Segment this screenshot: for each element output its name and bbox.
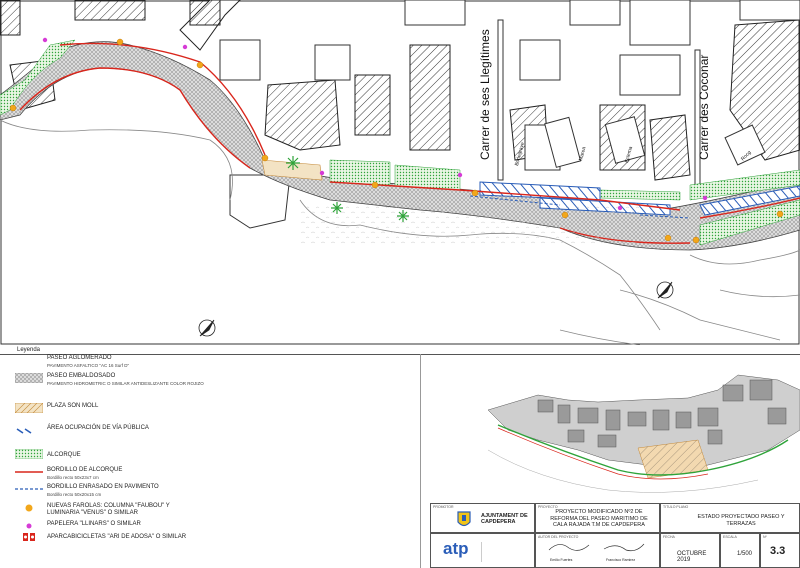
atp-logo: atp bbox=[443, 539, 469, 558]
legend-item: BORDILLO ENRASADO EN PAVIMENTO Bordillo r… bbox=[15, 484, 159, 498]
fecha-value: OCTUBRE 2019 bbox=[677, 551, 707, 563]
logo-cell: atp bbox=[430, 533, 535, 568]
lamp-icon bbox=[25, 504, 33, 512]
bike-rack-icon bbox=[23, 533, 35, 541]
legend-divider bbox=[420, 354, 421, 568]
atp-address bbox=[481, 542, 532, 562]
escala-cell: ESCALA 1/500 bbox=[720, 533, 760, 568]
coat-of-arms-icon bbox=[457, 511, 471, 527]
green-dots-swatch-icon bbox=[15, 449, 43, 459]
blue-dashed-line-swatch-icon bbox=[15, 488, 43, 490]
street-label-coconar: Carrer des Coconar bbox=[697, 54, 711, 160]
site-plan: Carrer de ses Llegítimes Carrer des Coco… bbox=[0, 0, 800, 346]
autor-cell: AUTOR DEL PROYECTO Emilio Fuertes Franci… bbox=[535, 533, 660, 568]
promotor-cell: PROMOTOR AJUNTAMENT DE CAPDEPERA bbox=[430, 503, 535, 533]
firma-2: Francisco Ramirez bbox=[606, 558, 636, 562]
fecha-cell: FECHA OCTUBRE 2019 bbox=[660, 533, 720, 568]
north-arrow-icon bbox=[198, 281, 674, 337]
street-label-llegitimes: Carrer de ses Llegítimes bbox=[478, 29, 492, 160]
title-block: PROMOTOR AJUNTAMENT DE CAPDEPERA PROYECT… bbox=[430, 503, 800, 568]
titulo-plano: ESTADO PROYECTADO PASEO Y TERRAZAS bbox=[697, 514, 785, 527]
bin-icon bbox=[26, 523, 32, 529]
legend-item: PASEO AGLOMERADO PAVIMENTO ASFALTICO "AC … bbox=[47, 355, 130, 368]
legend-title: Leyenda bbox=[17, 347, 41, 353]
plano-number: 3.3 bbox=[770, 545, 786, 557]
legend-item: ALCORQUE bbox=[15, 449, 81, 459]
legend-item: BORDILLO DE ALCORQUE Bordillo recto 50x23… bbox=[15, 467, 122, 481]
blue-hatch-swatch-icon bbox=[16, 428, 32, 434]
legend-item: NUEVAS FAROLAS: COLUMNA "FAUBOU" Y LUMINA… bbox=[15, 503, 170, 517]
location-map-drawing bbox=[487, 374, 800, 493]
red-line-swatch-icon bbox=[15, 471, 43, 473]
legend-item: ÁREA OCUPACIÓN DE VÍA PÚBLICA bbox=[15, 425, 149, 435]
plaza-swatch-icon bbox=[15, 403, 43, 413]
numero-cell: Nº 3.3 bbox=[760, 533, 800, 568]
legend-item: PASEO EMBALDOSADO PAVIMENTO HIDROMETRIC O… bbox=[15, 373, 204, 387]
ayuntamiento-name: AJUNTAMENT DE CAPDEPERA bbox=[481, 513, 528, 525]
site-plan-drawing bbox=[0, 0, 800, 346]
proyecto-cell: PROYECTO PROYECTO MODIFICADO Nº2 DE REFO… bbox=[535, 503, 660, 533]
legend-item: PLAZA SON MOLL bbox=[15, 403, 98, 413]
legend: Leyenda PASEO AGLOMERADO PAVIMENTO ASFALT… bbox=[0, 345, 420, 568]
firma-1: Emilio Fuertes bbox=[550, 558, 573, 562]
legend-item: APARCABICICLETAS "ARI DE ADOSA" O SIMILA… bbox=[15, 532, 186, 542]
cross-hatch-swatch-icon bbox=[15, 373, 43, 383]
location-map bbox=[478, 370, 800, 502]
legend-item: PAPELERA "LLINARS" O SIMILAR bbox=[15, 521, 141, 531]
escala-value: 1/500 bbox=[737, 551, 753, 557]
signature-icon bbox=[548, 543, 645, 552]
proyecto-title: PROYECTO MODIFICADO Nº2 DE REFORMA DEL P… bbox=[550, 509, 648, 528]
titulo-cell: TITULO PLANO ESTADO PROYECTADO PASEO Y T… bbox=[660, 503, 800, 533]
